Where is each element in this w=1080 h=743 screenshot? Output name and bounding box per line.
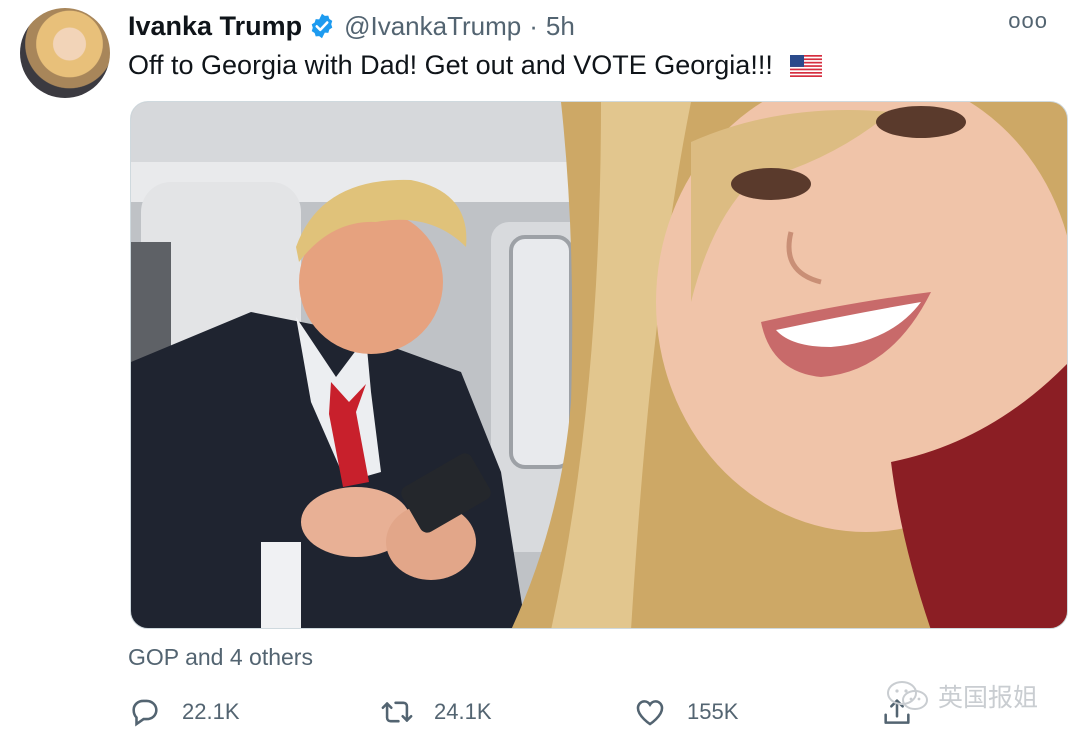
tagged-users-link[interactable]: GOP and 4 others bbox=[128, 644, 313, 671]
tweet-photo[interactable] bbox=[130, 101, 1068, 629]
tweet-header: Ivanka Trump @IvankaTrump · 5h ooo bbox=[128, 8, 1060, 44]
verified-badge-icon bbox=[311, 13, 333, 39]
tweet-text-content: Off to Georgia with Dad! Get out and VOT… bbox=[128, 50, 773, 80]
us-flag-icon bbox=[790, 55, 823, 77]
reply-count: 22.1K bbox=[182, 699, 240, 724]
watermark: 英国报姐 bbox=[886, 678, 1038, 714]
like-button[interactable]: 155K bbox=[633, 690, 738, 734]
wechat-icon bbox=[887, 681, 928, 710]
retweet-icon bbox=[381, 701, 413, 723]
tweet-timestamp[interactable]: 5h bbox=[546, 11, 575, 42]
like-count: 155K bbox=[687, 699, 739, 724]
reply-button[interactable]: 22.1K bbox=[128, 690, 240, 734]
retweet-count: 24.1K bbox=[434, 699, 492, 724]
separator: · bbox=[529, 10, 538, 41]
author-handle[interactable]: @IvankaTrump bbox=[344, 11, 521, 42]
author-name[interactable]: Ivanka Trump bbox=[128, 11, 302, 42]
more-options-icon[interactable]: ooo bbox=[1008, 8, 1048, 34]
reply-icon bbox=[132, 699, 158, 727]
retweet-button[interactable]: 24.1K bbox=[380, 690, 492, 734]
watermark-text: 英国报姐 bbox=[938, 683, 1039, 712]
author-avatar[interactable] bbox=[20, 8, 110, 98]
heart-icon bbox=[636, 700, 664, 726]
tweet-text: Off to Georgia with Dad! Get out and VOT… bbox=[128, 48, 823, 82]
photo-illustration bbox=[131, 102, 1067, 628]
